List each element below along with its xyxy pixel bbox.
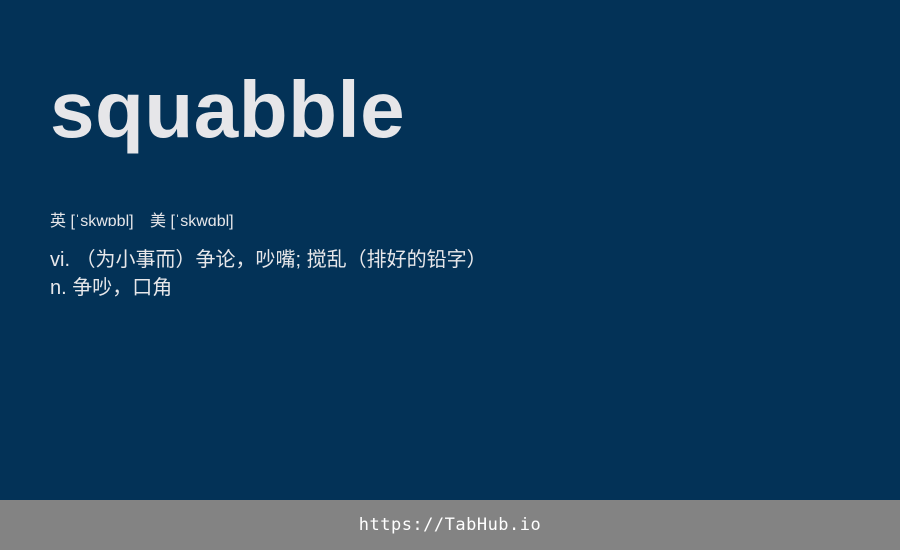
vocabulary-card: squabble 英 [ˈskwɒbl] 美 [ˈskwɑbl] vi. （为小…: [0, 0, 900, 550]
us-pronunciation: 美 [ˈskwɑbl]: [150, 213, 234, 230]
definition-noun: n. 争吵，口角: [50, 277, 173, 299]
definition-verb: vi. （为小事而）争论，吵嘴; 搅乱（排好的铅字）: [50, 249, 487, 271]
pronunciation-row: 英 [ˈskwɒbl] 美 [ˈskwɑbl]: [50, 212, 234, 232]
tabhub-link[interactable]: https://TabHub.io: [359, 515, 542, 535]
definitions-list: vi. （为小事而）争论，吵嘴; 搅乱（排好的铅字） n. 争吵，口角: [50, 246, 487, 302]
headword: squabble: [50, 65, 406, 154]
uk-pronunciation: 英 [ˈskwɒbl]: [50, 213, 134, 230]
footer-bar: https://TabHub.io: [0, 500, 900, 550]
